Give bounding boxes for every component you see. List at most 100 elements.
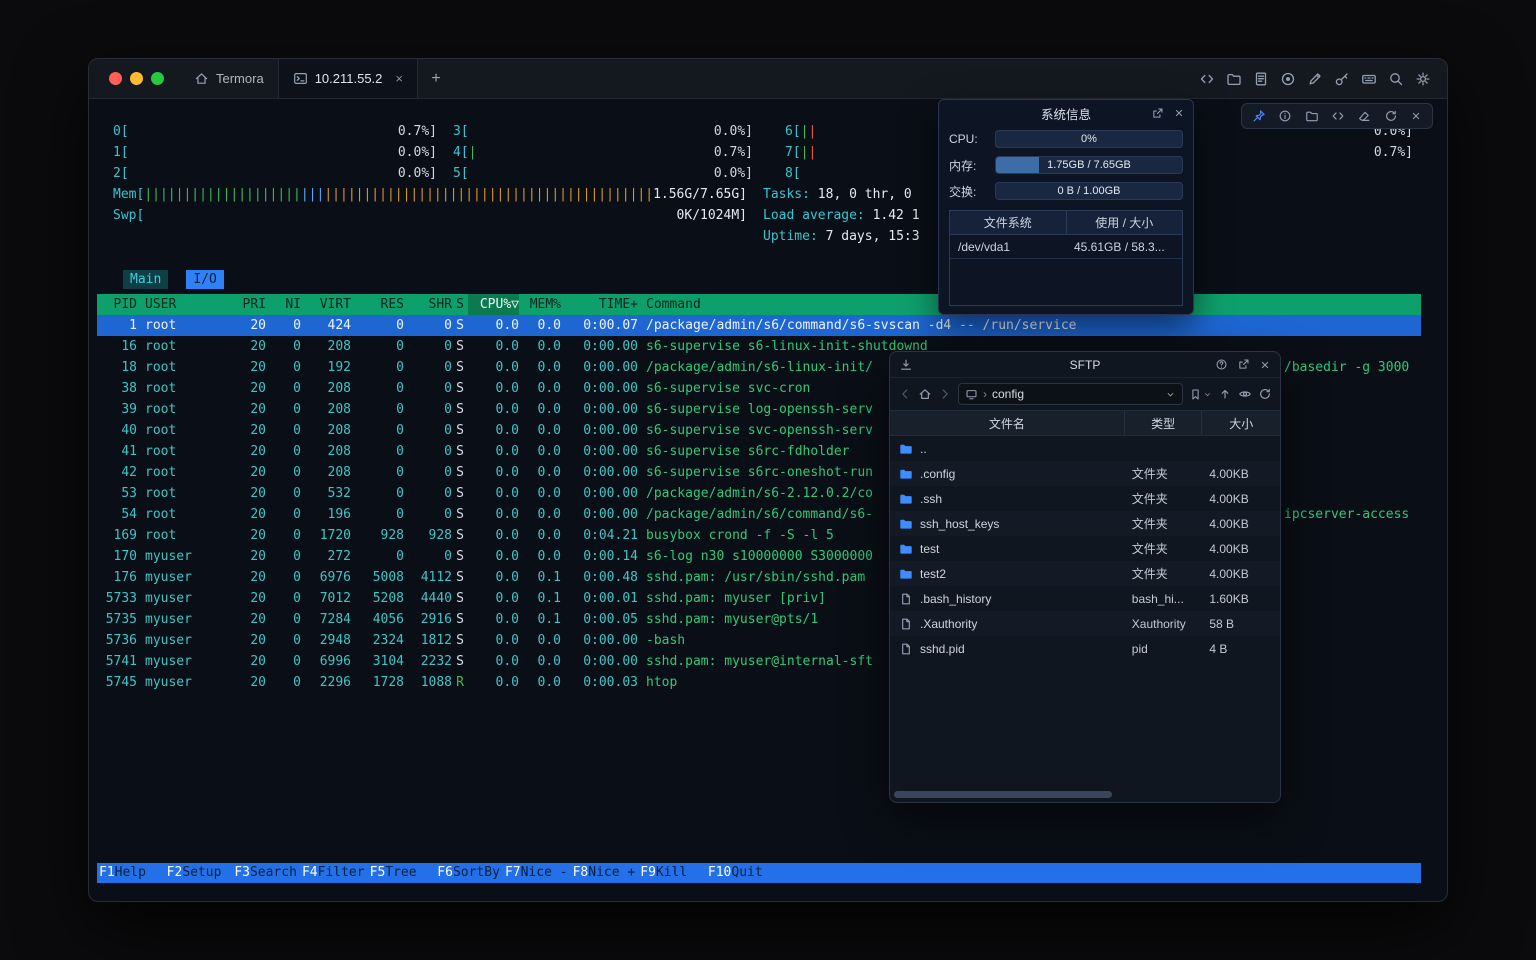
- upload-icon[interactable]: [1218, 387, 1232, 401]
- file-row[interactable]: test2 文件夹 4.00KB: [890, 561, 1280, 586]
- file-row[interactable]: .ssh 文件夹 4.00KB: [890, 486, 1280, 511]
- htop-screen-io[interactable]: I/O: [186, 270, 223, 289]
- htop-screen-main[interactable]: Main: [123, 270, 168, 289]
- close-icon[interactable]: [1259, 359, 1271, 371]
- open-in-window-icon[interactable]: [1151, 107, 1164, 120]
- stat-row: 内存: 1.75GB / 7.65GB: [939, 152, 1193, 178]
- new-tab-button[interactable]: +: [418, 59, 454, 98]
- fkey-button[interactable]: F10Quit: [706, 863, 781, 883]
- fkey-button[interactable]: F4Filter: [300, 863, 368, 883]
- htop-screen-tabs: Main I/O: [97, 269, 1421, 290]
- chevron-down-icon[interactable]: [1203, 390, 1212, 399]
- file-type: pid: [1125, 642, 1203, 656]
- back-icon[interactable]: [898, 387, 912, 401]
- edit-icon[interactable]: [1307, 71, 1323, 87]
- eye-icon[interactable]: [1238, 387, 1252, 401]
- zoom-window-button[interactable]: [151, 72, 164, 85]
- settings-icon[interactable]: [1415, 71, 1431, 87]
- close-window-button[interactable]: [109, 72, 122, 85]
- fkey-button[interactable]: F7Nice -: [503, 863, 571, 883]
- memory-line: Mem[||||||||||||||||||||||||||||||||||||…: [97, 184, 1421, 205]
- file-row[interactable]: sshd.pid pid 4 B: [890, 636, 1280, 661]
- file-size: 4.00KB: [1202, 542, 1280, 556]
- root-icon: [965, 388, 978, 401]
- fkey-button[interactable]: F6SortBy: [435, 863, 503, 883]
- cpu-meter: 5[0.0%]: [453, 163, 753, 184]
- file-row[interactable]: .config 文件夹 4.00KB: [890, 461, 1280, 486]
- folder-icon[interactable]: [1305, 109, 1319, 123]
- chevron-down-icon: [1165, 389, 1176, 400]
- key-icon[interactable]: [1334, 71, 1350, 87]
- file-size: 4.00KB: [1202, 492, 1280, 506]
- cpu-meter: 2[0.0%]: [113, 163, 437, 184]
- filesystem-table-header: 文件系统 使用 / 大小: [950, 211, 1182, 235]
- code-icon[interactable]: [1199, 71, 1215, 87]
- sftp-titlebar[interactable]: SFTP: [890, 352, 1280, 378]
- path-combobox[interactable]: › config: [958, 383, 1183, 405]
- file-row[interactable]: test 文件夹 4.00KB: [890, 536, 1280, 561]
- cpu-meter-row-1: 0[0.7%] 3[0.0%] 6[||0.0%]: [97, 121, 1421, 142]
- close-tab-icon[interactable]: ×: [395, 71, 403, 86]
- app-window: Termora 10.211.55.2 × + 0[0.7%]: [88, 58, 1448, 902]
- file-row[interactable]: .Xauthority Xauthority 58 B: [890, 611, 1280, 636]
- info-icon[interactable]: [1278, 109, 1292, 123]
- file-table: .. .config 文件夹 4.00KB: [890, 436, 1280, 788]
- stat-progressbar: 0%: [995, 130, 1183, 148]
- swap-line: Swp[0K/1024M] Load average: 1.42 1: [97, 205, 1421, 226]
- file-row[interactable]: ssh_host_keys 文件夹 4.00KB: [890, 511, 1280, 536]
- file-type: 文件夹: [1125, 565, 1203, 582]
- logs-icon[interactable]: [1253, 71, 1269, 87]
- stat-row: 交换: 0 B / 1.00GB: [939, 178, 1193, 204]
- fkey-button[interactable]: F3Search: [232, 863, 300, 883]
- eraser-icon[interactable]: [1357, 109, 1371, 123]
- tab-bar: Termora 10.211.55.2 × +: [89, 59, 1447, 99]
- minimize-window-button[interactable]: [130, 72, 143, 85]
- code-icon[interactable]: [1331, 109, 1345, 123]
- scrollbar-thumb[interactable]: [894, 791, 1112, 798]
- file-row[interactable]: ..: [890, 436, 1280, 461]
- bookmark-icon[interactable]: [1189, 388, 1202, 401]
- fkey-button[interactable]: F8Nice +: [571, 863, 639, 883]
- horizontal-scrollbar[interactable]: [894, 791, 1276, 798]
- search-icon[interactable]: [1388, 71, 1404, 87]
- open-in-window-icon[interactable]: [1237, 358, 1250, 371]
- fkey-button[interactable]: F1Help: [97, 863, 165, 883]
- macro-icon[interactable]: [1361, 71, 1377, 87]
- fkey-button[interactable]: F2Setup: [165, 863, 233, 883]
- sftp-title: SFTP: [1070, 358, 1101, 372]
- tab-termora-home[interactable]: Termora: [180, 59, 278, 98]
- folder-icon: [899, 542, 913, 556]
- folder-icon[interactable]: [1226, 71, 1242, 87]
- close-icon[interactable]: [1173, 107, 1185, 119]
- process-row[interactable]: 1 root 20 0 424 0 0 S 0.0 0.0 0:00.07 /p…: [97, 315, 1421, 336]
- filesystem-row[interactable]: /dev/vda1 45.61GB / 58.3...: [950, 235, 1182, 259]
- breadcrumb-separator: ›: [983, 387, 987, 401]
- process-table-header[interactable]: PID USER PRI NI VIRT RES SHR S CPU%▽ MEM…: [97, 294, 1421, 315]
- refresh-icon[interactable]: [1258, 387, 1272, 401]
- file-name: .Xauthority: [920, 617, 977, 631]
- fkey-button[interactable]: F5Tree: [368, 863, 436, 883]
- download-icon[interactable]: [899, 358, 913, 372]
- file-size: 1.60KB: [1202, 592, 1280, 606]
- file-size: 4 B: [1202, 642, 1280, 656]
- record-icon[interactable]: [1280, 71, 1296, 87]
- home-icon[interactable]: [918, 387, 932, 401]
- tab-session[interactable]: 10.211.55.2 ×: [278, 59, 418, 98]
- help-icon[interactable]: [1215, 358, 1228, 371]
- file-table-header[interactable]: 文件名 类型 大小: [890, 410, 1280, 436]
- refresh-icon[interactable]: [1384, 109, 1398, 123]
- pin-icon[interactable]: [1252, 109, 1266, 123]
- file-size: 4.00KB: [1202, 467, 1280, 481]
- close-icon[interactable]: [1410, 110, 1422, 122]
- file-type: 文件夹: [1125, 465, 1203, 482]
- file-type: 文件夹: [1125, 515, 1203, 532]
- command-tail: ipcserver-access: [1284, 504, 1409, 525]
- sftp-window: SFTP › config: [889, 351, 1281, 803]
- file-name: .config: [920, 467, 955, 481]
- fkey-button[interactable]: F9Kill: [638, 863, 706, 883]
- forward-icon[interactable]: [938, 387, 952, 401]
- cpu-meter: 1[0.0%]: [113, 142, 437, 163]
- traffic-lights: [89, 59, 180, 98]
- file-size: 4.00KB: [1202, 567, 1280, 581]
- file-row[interactable]: .bash_history bash_hi... 1.60KB: [890, 586, 1280, 611]
